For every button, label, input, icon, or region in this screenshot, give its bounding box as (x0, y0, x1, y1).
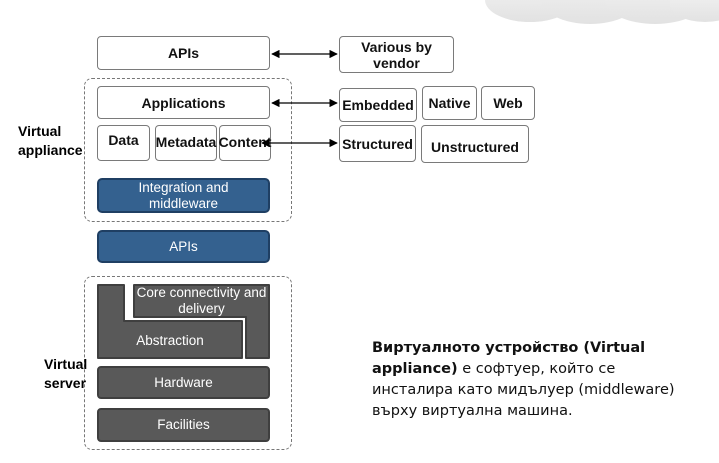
arrows (261, 49, 338, 148)
